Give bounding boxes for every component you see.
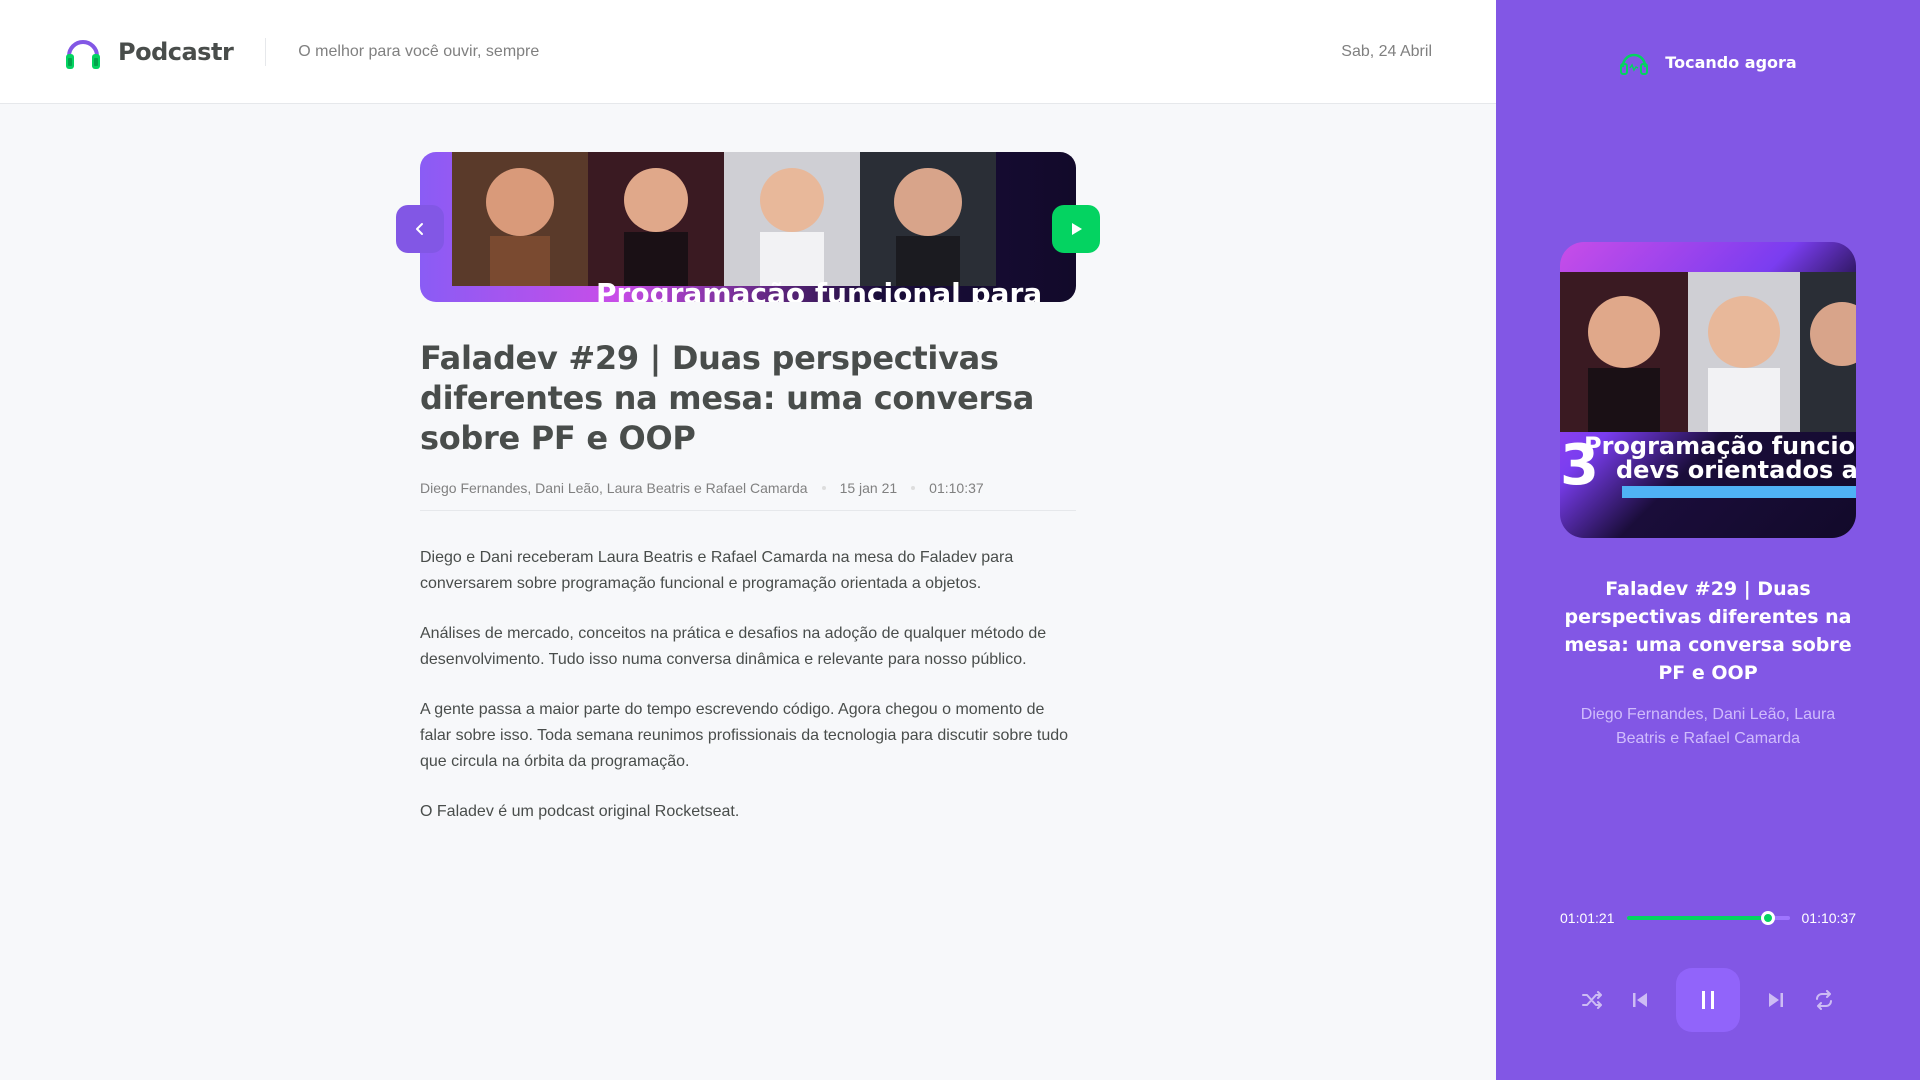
- progress-slider[interactable]: [1626, 911, 1790, 925]
- header-divider: [265, 37, 267, 66]
- player-header: Tocando agora: [1496, 48, 1920, 76]
- chevron-left-icon: [416, 223, 423, 235]
- skip-previous-icon: [1633, 993, 1647, 1007]
- description-paragraph: O Faladev é um podcast original Rocketse…: [420, 803, 740, 820]
- description-paragraph: Análises de mercado, conceitos na prátic…: [420, 625, 1047, 668]
- repeat-button[interactable]: [1812, 988, 1836, 1012]
- episode-published-at: 15 jan 21: [839, 480, 898, 496]
- headphones-icon: [1620, 53, 1649, 75]
- previous-button[interactable]: [1628, 988, 1652, 1012]
- thumbnail-banner-text: Programação funcional para: [596, 277, 1043, 302]
- logo: Podcastr: [64, 32, 234, 72]
- episode-details: Programação funcional para Faladev #29 |…: [396, 152, 1100, 849]
- meta-separator: [911, 486, 916, 490]
- player-panel: Tocando agora 3 Programação funcion devs…: [1496, 0, 1920, 1080]
- player-episode-members: Diego Fernandes, Dani Leão, Laura Beatri…: [1580, 706, 1836, 747]
- shuffle-icon: [1582, 991, 1602, 1009]
- progress-handle[interactable]: [1761, 911, 1776, 925]
- total-time: 01:10:37: [1801, 910, 1857, 926]
- current-date: Sab, 24 Abril: [1341, 42, 1432, 60]
- meta-separator: [821, 486, 826, 490]
- pause-button[interactable]: [1676, 968, 1740, 1032]
- episode-thumbnail: Programação funcional para: [420, 152, 1076, 302]
- headphones-logo-icon: [66, 39, 100, 69]
- player-thumbnail: 3 Programação funcion devs orientados a …: [1560, 242, 1856, 538]
- player-thumb-text-line2: devs orientados a o: [1616, 456, 1856, 484]
- next-button[interactable]: [1764, 988, 1788, 1012]
- episode-members: Diego Fernandes, Dani Leão, Laura Beatri…: [420, 480, 808, 496]
- shuffle-button[interactable]: [1580, 988, 1604, 1012]
- app-header: Podcastr O melhor para você ouvir, sempr…: [0, 0, 1496, 104]
- main-content: Podcastr O melhor para você ouvir, sempr…: [0, 0, 1496, 1080]
- repeat-icon: [1816, 990, 1832, 1010]
- description-paragraph: A gente passa a maior parte do tempo esc…: [420, 701, 1069, 770]
- player-thumbnail-art: 3: [1560, 272, 1856, 498]
- pause-icon: [1702, 991, 1714, 1009]
- player-controls: [1560, 968, 1856, 1032]
- now-playing-label: Tocando agora: [1665, 52, 1797, 72]
- episode-duration: 01:10:37: [929, 480, 984, 496]
- back-button[interactable]: [396, 205, 444, 253]
- description-paragraph: Diego e Dani receberam Laura Beatris e R…: [420, 549, 1014, 592]
- play-icon: [1072, 223, 1082, 235]
- episode-thumbnail-wrapper: Programação funcional para: [396, 152, 1100, 302]
- play-episode-button[interactable]: [1052, 205, 1100, 253]
- skip-next-icon: [1769, 993, 1783, 1007]
- tagline: O melhor para você ouvir, sempre: [298, 42, 540, 60]
- episode-title: Faladev #29 | Duas perspectivas diferent…: [420, 339, 1035, 457]
- episode-meta: Diego Fernandes, Dani Leão, Laura Beatri…: [420, 480, 1076, 511]
- progress-fill: [1626, 916, 1769, 920]
- progress-bar: 01:01:21 01:10:37: [1560, 910, 1856, 926]
- episode-description: Diego e Dani receberam Laura Beatris e R…: [420, 545, 1076, 825]
- current-time: 01:01:21: [1560, 910, 1615, 926]
- app-name: Podcastr: [118, 37, 234, 66]
- player-episode-title: Faladev #29 | Duas perspectivas diferent…: [1564, 578, 1852, 684]
